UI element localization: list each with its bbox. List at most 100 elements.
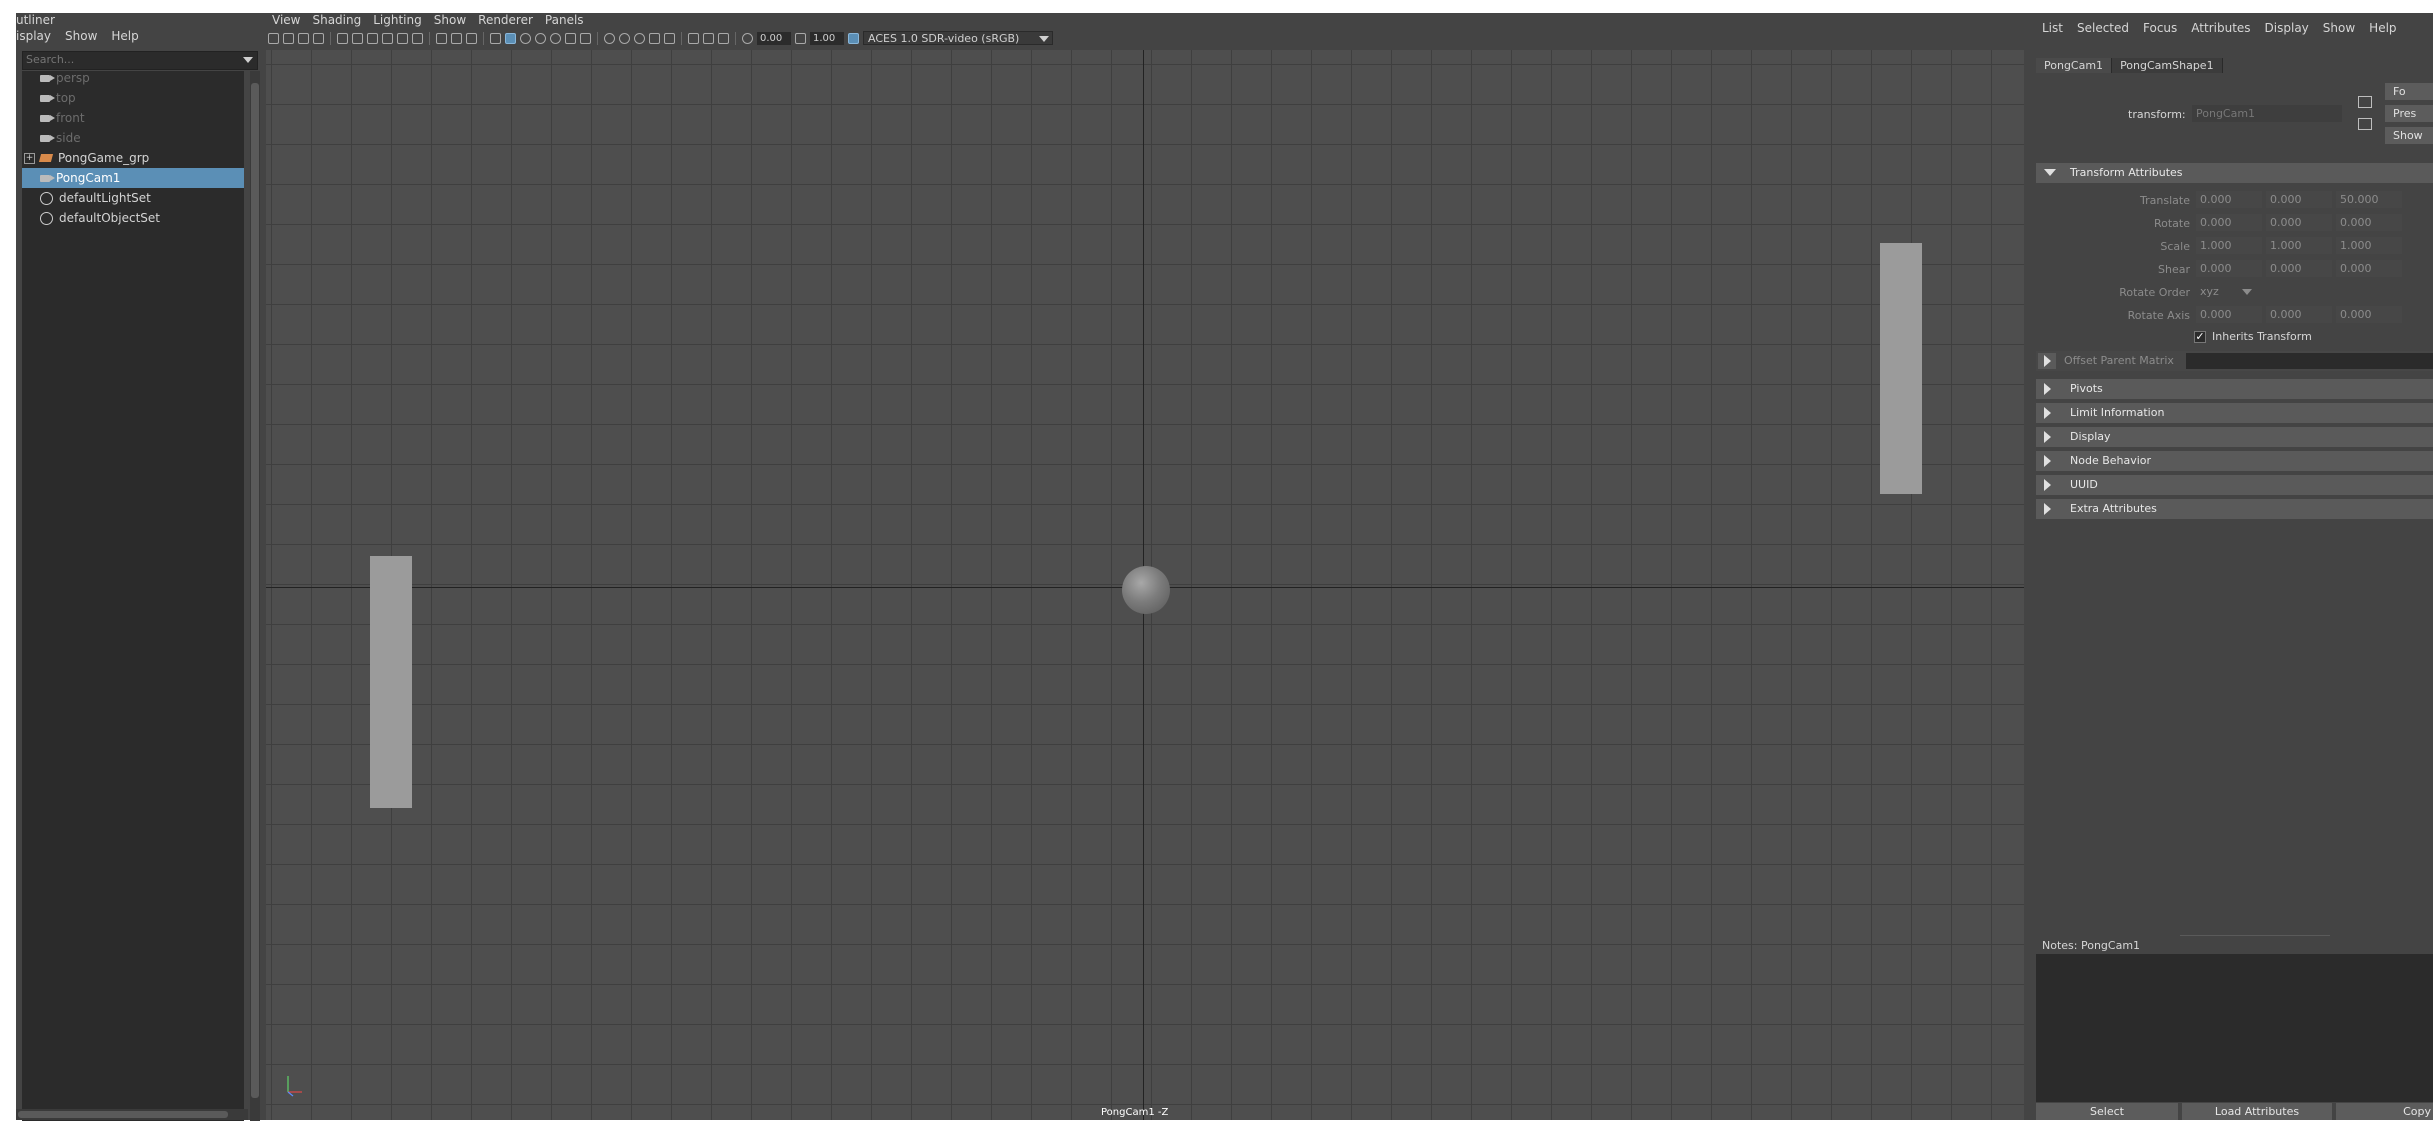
viewport-menu-view[interactable]: View xyxy=(272,13,300,28)
bookmarks-icon[interactable] xyxy=(298,32,309,44)
shear-y-field[interactable]: 0.000 xyxy=(2266,260,2332,277)
section-transform-attributes[interactable]: Transform Attributes xyxy=(2036,163,2433,183)
anti-aliasing-icon[interactable] xyxy=(619,32,630,44)
rotate-y-field[interactable]: 0.000 xyxy=(2266,214,2332,231)
ae-menu-help[interactable]: Help xyxy=(2369,21,2396,35)
scrollbar-thumb[interactable] xyxy=(18,1111,228,1118)
viewport-canvas[interactable]: PongCam1 -Z xyxy=(266,50,2024,1120)
section-extra-attributes[interactable]: Extra Attributes xyxy=(2036,499,2433,519)
focus-input-icon[interactable] xyxy=(2358,96,2372,108)
viewport-menu-panels[interactable]: Panels xyxy=(545,13,584,28)
tab-pongcamshape1[interactable]: PongCamShape1 xyxy=(2112,58,2223,73)
section-node-behavior[interactable]: Node Behavior xyxy=(2036,451,2433,471)
viewport-menu-lighting[interactable]: Lighting xyxy=(373,13,422,28)
outliner-vertical-scrollbar[interactable] xyxy=(250,71,260,1121)
show-button[interactable]: Show xyxy=(2385,127,2433,144)
translate-y-field[interactable]: 0.000 xyxy=(2266,191,2332,208)
smooth-shade-icon[interactable] xyxy=(505,32,516,44)
shadows-icon[interactable] xyxy=(565,32,576,44)
chevron-down-icon[interactable] xyxy=(243,57,253,63)
textured-icon[interactable] xyxy=(535,32,546,44)
tab-pongcam1[interactable]: PongCam1 xyxy=(2036,58,2113,73)
grease-pencil-icon[interactable] xyxy=(352,32,363,44)
ae-menu-attributes[interactable]: Attributes xyxy=(2191,21,2250,35)
default-material-icon[interactable] xyxy=(520,32,531,44)
ae-menu-list[interactable]: List xyxy=(2042,21,2063,35)
outliner-horizontal-scrollbar[interactable] xyxy=(16,1109,248,1120)
section-limit-information[interactable]: Limit Information xyxy=(2036,403,2433,423)
all-lights-icon[interactable] xyxy=(550,32,561,44)
scale-y-field[interactable]: 1.000 xyxy=(2266,237,2332,254)
viewport-menu-renderer[interactable]: Renderer xyxy=(478,13,533,28)
viewport-menu-show[interactable]: Show xyxy=(434,13,466,28)
ae-menu-focus[interactable]: Focus xyxy=(2143,21,2177,35)
xray-components-icon[interactable] xyxy=(703,32,714,44)
screen-space-ao-icon[interactable] xyxy=(580,32,591,44)
exposure-icon[interactable] xyxy=(742,32,753,44)
inherits-transform-checkbox[interactable]: ✓ xyxy=(2194,331,2206,343)
xray-joints-icon[interactable] xyxy=(688,32,699,44)
2d-pan-zoom-icon[interactable] xyxy=(337,32,348,44)
scale-x-field[interactable]: 1.000 xyxy=(2196,237,2262,254)
scale-z-field[interactable]: 1.000 xyxy=(2336,237,2402,254)
outliner-item-defaultobjectset[interactable]: defaultObjectSet xyxy=(22,208,244,228)
outliner-item-side[interactable]: side xyxy=(22,128,244,148)
outliner-item-front[interactable]: front xyxy=(22,108,244,128)
shear-x-field[interactable]: 0.000 xyxy=(2196,260,2262,277)
rotate-x-field[interactable]: 0.000 xyxy=(2196,214,2262,231)
copy-tab-button[interactable]: Copy xyxy=(2336,1103,2433,1120)
focus-button[interactable]: Fo xyxy=(2385,83,2433,100)
backface-culling-icon[interactable] xyxy=(718,32,729,44)
select-camera-icon[interactable] xyxy=(268,32,279,44)
outliner-item-pongcam1[interactable]: PongCam1 xyxy=(22,168,244,188)
gate-mask-icon[interactable] xyxy=(412,32,423,44)
outliner-search-input[interactable] xyxy=(23,52,226,67)
motion-blur-icon[interactable] xyxy=(604,32,615,44)
outliner-item-persp[interactable]: persp xyxy=(22,68,244,88)
pong-ball[interactable] xyxy=(1122,566,1170,614)
rotate-order-dropdown[interactable]: xyz xyxy=(2196,283,2256,300)
notes-splitter[interactable] xyxy=(2180,935,2330,936)
depth-of-field-icon[interactable] xyxy=(634,32,645,44)
gamma-field[interactable]: 1.00 xyxy=(810,31,844,45)
resolution-gate-icon[interactable] xyxy=(397,32,408,44)
safe-action-icon[interactable] xyxy=(451,32,462,44)
color-management-icon[interactable] xyxy=(848,32,859,44)
rotate-z-field[interactable]: 0.000 xyxy=(2336,214,2402,231)
focus-output-icon[interactable] xyxy=(2358,118,2372,130)
presets-button[interactable]: Pres xyxy=(2385,105,2433,122)
load-attributes-button[interactable]: Load Attributes xyxy=(2182,1103,2332,1120)
image-plane-icon[interactable] xyxy=(313,32,324,44)
right-paddle[interactable] xyxy=(1880,243,1922,494)
outliner-menu-display[interactable]: isplay xyxy=(16,29,51,49)
section-display[interactable]: Display xyxy=(2036,427,2433,447)
camera-attributes-icon[interactable] xyxy=(283,32,294,44)
notes-textarea[interactable] xyxy=(2036,954,2433,1102)
section-uuid[interactable]: UUID xyxy=(2036,475,2433,495)
shear-z-field[interactable]: 0.000 xyxy=(2336,260,2402,277)
left-paddle[interactable] xyxy=(370,556,412,808)
outliner-menu-show[interactable]: Show xyxy=(65,29,97,49)
gamma-icon[interactable] xyxy=(795,32,806,44)
wireframe-icon[interactable] xyxy=(490,32,501,44)
transform-name-field[interactable]: PongCam1 xyxy=(2192,105,2342,122)
outliner-menu-help[interactable]: Help xyxy=(111,29,138,49)
expand-offset-parent-matrix-button[interactable] xyxy=(2038,353,2056,369)
safe-title-icon[interactable] xyxy=(466,32,477,44)
outliner-item-top[interactable]: top xyxy=(22,88,244,108)
scrollbar-thumb[interactable] xyxy=(251,83,259,1098)
field-chart-icon[interactable] xyxy=(436,32,447,44)
translate-x-field[interactable]: 0.000 xyxy=(2196,191,2262,208)
rotate-axis-y-field[interactable]: 0.000 xyxy=(2266,306,2332,323)
viewport-menu-shading[interactable]: Shading xyxy=(312,13,361,28)
xray-icon[interactable] xyxy=(664,32,675,44)
exposure-field[interactable]: 0.00 xyxy=(757,31,791,45)
outliner-item-ponggame-grp[interactable]: + PongGame_grp xyxy=(22,148,244,168)
translate-z-field[interactable]: 50.000 xyxy=(2336,191,2402,208)
color-space-dropdown[interactable]: ACES 1.0 SDR-video (sRGB) xyxy=(863,31,1053,45)
section-pivots[interactable]: Pivots xyxy=(2036,379,2433,399)
ae-menu-show[interactable]: Show xyxy=(2323,21,2355,35)
expand-icon[interactable]: + xyxy=(24,153,35,164)
ae-menu-selected[interactable]: Selected xyxy=(2077,21,2129,35)
ae-menu-display[interactable]: Display xyxy=(2265,21,2309,35)
